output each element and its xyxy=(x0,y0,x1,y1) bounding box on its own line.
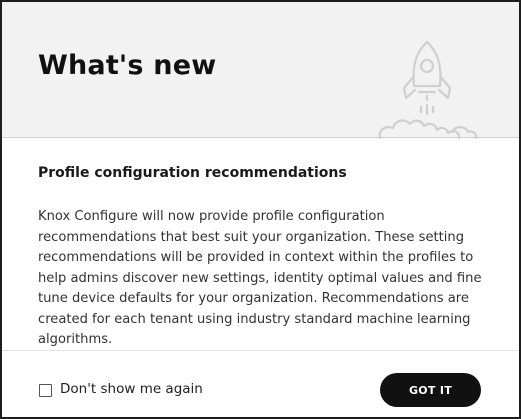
dialog-header: What's new xyxy=(2,2,519,140)
dialog-body: Profile configuration recommendations Kn… xyxy=(2,139,519,350)
dialog-footer: Don't show me again GOT IT xyxy=(2,351,519,417)
description-text: Knox Configure will now provide profile … xyxy=(38,209,482,347)
whats-new-dialog: What's new Profile configuration recomme… xyxy=(0,0,521,419)
dont-show-again-label[interactable]: Don't show me again xyxy=(60,381,203,397)
got-it-button[interactable]: GOT IT xyxy=(380,373,481,407)
rocket-icon xyxy=(378,40,478,140)
dont-show-again-checkbox[interactable] xyxy=(39,384,52,397)
section-title: Profile configuration recommendations xyxy=(38,165,347,181)
dialog-title: What's new xyxy=(38,50,217,81)
